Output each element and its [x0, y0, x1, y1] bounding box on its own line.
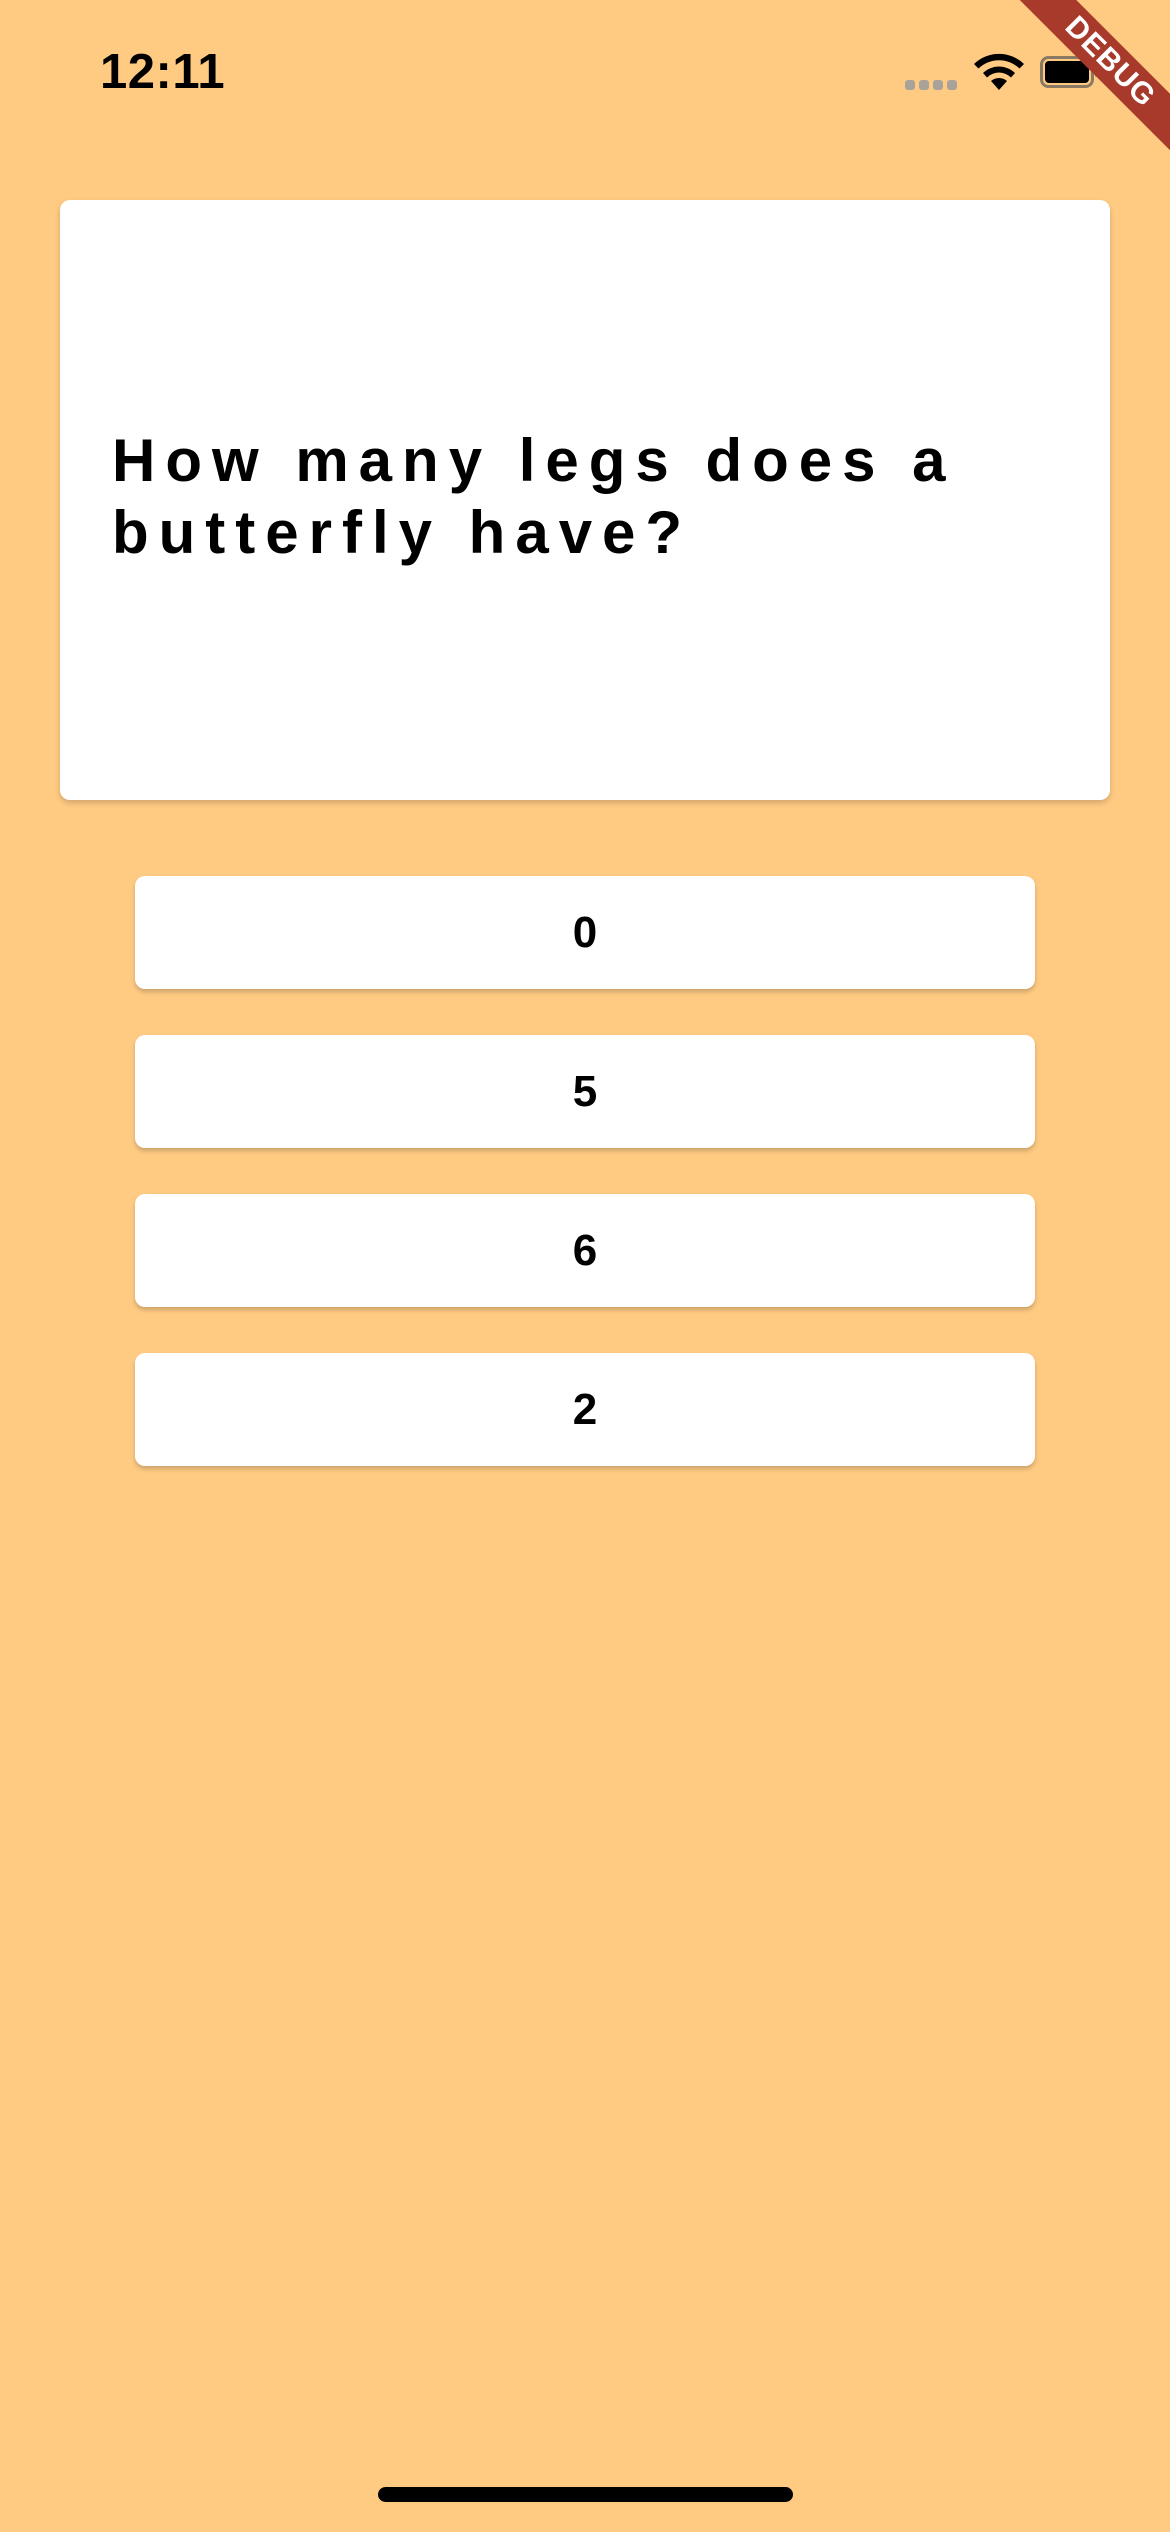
answer-button[interactable]: 0	[135, 876, 1035, 989]
home-indicator[interactable]	[378, 2487, 793, 2502]
answer-label: 0	[572, 907, 598, 957]
answer-label: 2	[572, 1384, 598, 1434]
answer-button[interactable]: 6	[135, 1194, 1035, 1307]
signal-bar-dot	[919, 80, 929, 90]
quiz-screen: 12:11 DEBUG How many legs does a butterf…	[0, 0, 1170, 2532]
wifi-icon	[974, 53, 1024, 90]
answer-button[interactable]: 5	[135, 1035, 1035, 1148]
answer-label: 5	[572, 1066, 598, 1116]
answer-label: 6	[572, 1225, 598, 1275]
question-text: How many legs does a butterfly have?	[112, 427, 956, 566]
status-bar-time: 12:11	[100, 45, 226, 99]
signal-bar-dot	[947, 80, 957, 90]
signal-bar-dot	[905, 80, 915, 90]
cellular-signal-icon	[905, 80, 957, 90]
question-card: How many legs does a butterfly have?	[60, 200, 1110, 800]
signal-bar-dot	[933, 80, 943, 90]
answer-button[interactable]: 2	[135, 1353, 1035, 1466]
